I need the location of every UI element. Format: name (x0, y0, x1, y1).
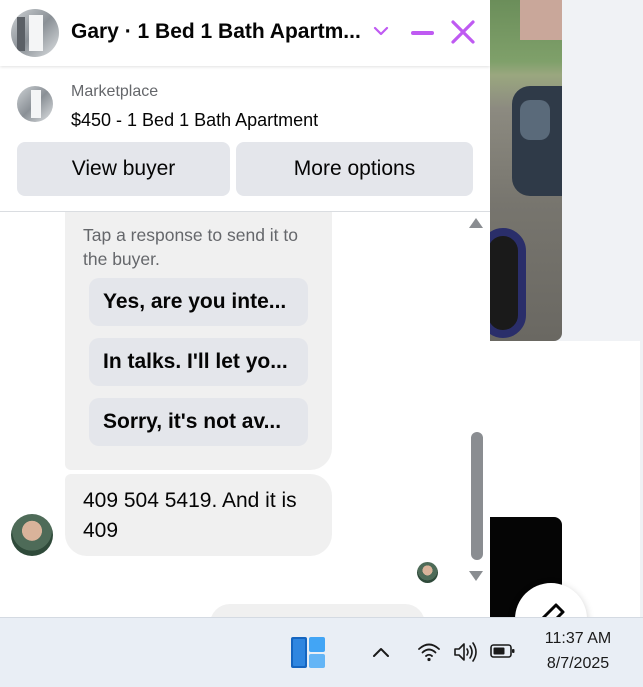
chat-window: Gary · 1 Bed 1 Bath Apartm... Marketplac… (0, 0, 490, 617)
volume-icon[interactable] (453, 641, 479, 667)
taskbar: 11:37 AM 8/7/2025 (0, 617, 643, 687)
clock-time[interactable]: 11:37 AM (520, 630, 636, 648)
chat-avatar[interactable] (11, 9, 59, 57)
more-options-button[interactable]: More options (236, 142, 473, 196)
quick-response-prompt: Tap a response to send it to the buyer. (83, 225, 298, 269)
battery-icon[interactable] (490, 643, 516, 663)
sender-avatar[interactable] (11, 514, 53, 556)
quick-response-button[interactable]: In talks. I'll let yo... (89, 338, 308, 386)
scrollbar-thumb[interactable] (471, 432, 483, 560)
view-buyer-button[interactable]: View buyer (17, 142, 230, 196)
scroll-up-arrow[interactable] (469, 218, 483, 228)
quick-response-button[interactable]: Yes, are you inte... (89, 278, 308, 326)
wifi-icon[interactable] (417, 641, 441, 667)
listing-summary: Marketplace $450 - 1 Bed 1 Bath Apartmen… (0, 66, 490, 212)
background-listing-photo[interactable] (490, 0, 562, 341)
outgoing-message-partial (210, 604, 425, 617)
message-text: 409 504 5419. And it is 409 (83, 489, 297, 542)
listing-thumbnail[interactable] (17, 86, 53, 122)
message-list[interactable]: Tap a response to send it to the buyer. … (0, 212, 490, 617)
chevron-up-icon[interactable] (372, 644, 390, 663)
quick-response-bubble: Tap a response to send it to the buyer. … (65, 212, 332, 470)
chat-title[interactable]: Gary · 1 Bed 1 Bath Apartm... (71, 20, 366, 44)
seen-receipt-avatar (417, 562, 438, 583)
scroll-down-arrow[interactable] (469, 571, 483, 581)
listing-price-title[interactable]: $450 - 1 Bed 1 Bath Apartment (71, 110, 318, 131)
quick-response-button[interactable]: Sorry, it's not av... (89, 398, 308, 446)
chat-header: Gary · 1 Bed 1 Bath Apartm... (0, 0, 490, 66)
listing-source: Marketplace (71, 83, 159, 100)
chevron-down-icon[interactable] (372, 22, 390, 44)
windows-start-icon[interactable] (290, 636, 326, 670)
incoming-message: 409 504 5419. And it is 409 (65, 474, 332, 556)
minimize-button[interactable] (410, 20, 436, 46)
clock-date[interactable]: 8/7/2025 (520, 655, 636, 673)
close-icon[interactable] (450, 19, 476, 49)
